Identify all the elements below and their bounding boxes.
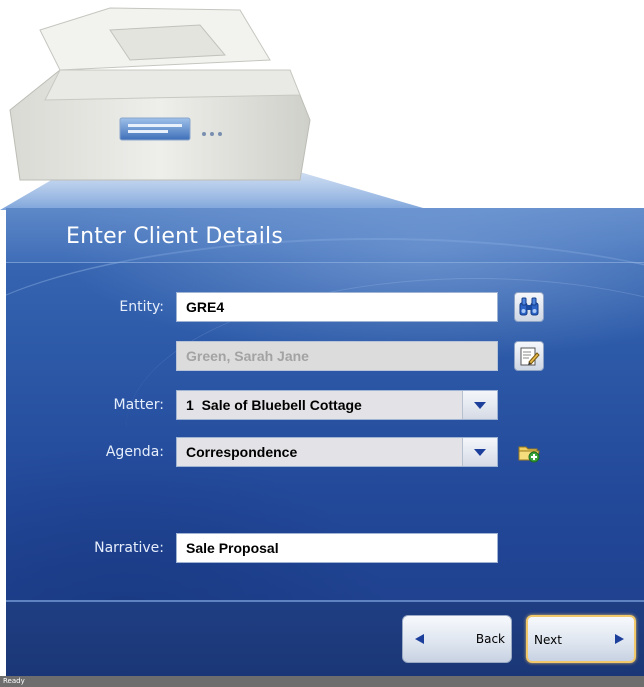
entity-field[interactable]: GRE4 (176, 292, 498, 322)
page-title: Enter Client Details (66, 224, 283, 249)
agenda-select[interactable]: Correspondence (176, 437, 498, 467)
client-name-field: Green, Sarah Jane (176, 341, 498, 371)
arrow-left-icon (415, 634, 424, 644)
next-button[interactable]: Next (526, 615, 636, 663)
matter-label: Matter: (113, 397, 164, 413)
entity-label: Entity: (119, 299, 164, 315)
next-button-label: Next (534, 633, 562, 647)
device-photo (0, 0, 644, 210)
binoculars-icon (519, 297, 539, 316)
agenda-label: Agenda: (105, 444, 164, 460)
client-details-panel: Enter Client Details Entity: GRE4 Green,… (6, 208, 644, 676)
narrative-field[interactable]: Sale Proposal (176, 533, 498, 563)
matter-value: 1 Sale of Bluebell Cottage (186, 397, 362, 413)
status-text: Ready (3, 677, 25, 685)
arrow-right-icon (615, 634, 624, 644)
navigation-bar: Back Next (6, 600, 644, 676)
edit-document-icon (520, 347, 540, 366)
back-button-label: Back (475, 632, 505, 646)
title-bar: Enter Client Details (6, 208, 644, 263)
agenda-new-button[interactable] (514, 437, 544, 467)
agenda-value: Correspondence (186, 444, 298, 460)
chevron-down-icon[interactable] (462, 391, 497, 419)
back-button[interactable]: Back (402, 615, 512, 663)
new-folder-icon (518, 446, 540, 463)
matter-select[interactable]: 1 Sale of Bluebell Cottage (176, 390, 498, 420)
status-bar: Ready (0, 676, 644, 687)
narrative-label: Narrative: (94, 540, 164, 556)
entity-lookup-button[interactable] (514, 292, 544, 322)
chevron-down-icon[interactable] (462, 438, 497, 466)
client-details-button[interactable] (514, 341, 544, 371)
